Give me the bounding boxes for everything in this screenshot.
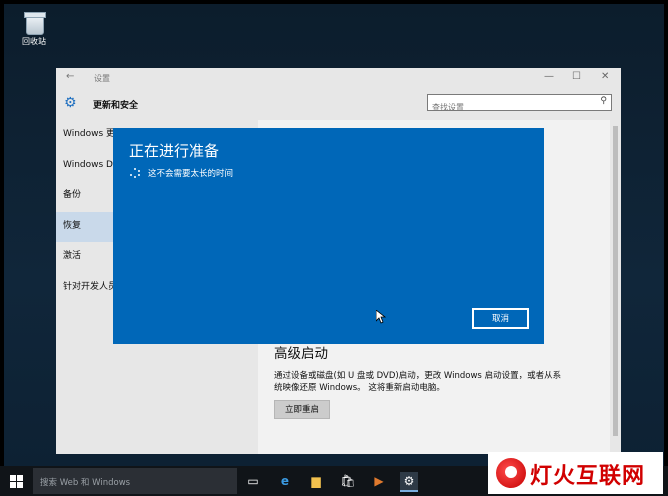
scrollbar[interactable] [613,126,618,436]
watermark-logo: 灯火互联网 [488,452,663,494]
store-icon[interactable]: 🛍 [339,472,357,490]
dialog-subtitle: 这不会需要太长的时间 [148,169,234,179]
advanced-startup-description: 通过设备或磁盘(如 U 盘或 DVD)启动，更改 Windows 启动设置，或者… [274,371,562,393]
close-icon[interactable]: ✕ [601,71,609,82]
watermark-flame-icon [496,458,526,488]
gear-icon: ⚙ [64,95,77,111]
window-title: 设置 [94,74,110,83]
sidebar-item-recovery[interactable]: 恢复 [56,211,114,242]
recycle-bin-icon [24,10,46,35]
search-input[interactable] [428,100,592,115]
settings-taskbar-icon[interactable]: ⚙ [400,472,418,492]
sidebar: Windows 更新 Windows Defender 备份 恢复 激活 针对开… [56,120,114,303]
watermark-text: 灯火互联网 [530,464,646,489]
search-icon[interactable]: ⚲ [600,96,607,106]
sidebar-item-windows-defender[interactable]: Windows Defender [56,151,114,182]
windows-start-icon[interactable] [10,475,23,488]
file-explorer-icon[interactable]: ▆ [307,472,325,490]
sidebar-item-backup[interactable]: 备份 [56,181,114,212]
advanced-startup-title: 高级启动 [274,346,328,362]
section-title: 更新和安全 [93,101,139,111]
recycle-bin[interactable]: 回收站 [14,10,54,47]
edge-browser-icon[interactable]: e [276,472,294,490]
media-player-icon[interactable]: ▶ [370,472,388,490]
spinner-icon [130,168,140,178]
sidebar-item-developers[interactable]: 针对开发人员 [56,273,114,304]
dialog-title: 正在进行准备 [129,142,220,160]
restart-now-button[interactable]: 立即重启 [274,400,330,419]
preparing-dialog: 正在进行准备 这不会需要太长的时间 取消 [113,128,544,344]
maximize-icon[interactable]: ☐ [572,71,581,82]
sidebar-item-windows-update[interactable]: Windows 更新 [56,120,114,151]
taskbar-search-placeholder: 搜索 Web 和 Windows [40,478,131,488]
search-box[interactable]: ⚲ [427,94,612,115]
title-bar: ← 设置 — ☐ ✕ [56,68,621,88]
sidebar-item-activation[interactable]: 激活 [56,242,114,273]
taskbar-search[interactable]: 搜索 Web 和 Windows [33,468,237,494]
back-arrow-icon[interactable]: ← [66,71,74,82]
task-view-icon[interactable]: ▭ [244,472,262,490]
cancel-button[interactable]: 取消 [472,308,529,329]
minimize-icon[interactable]: — [544,71,554,82]
recycle-bin-label: 回收站 [22,37,46,46]
